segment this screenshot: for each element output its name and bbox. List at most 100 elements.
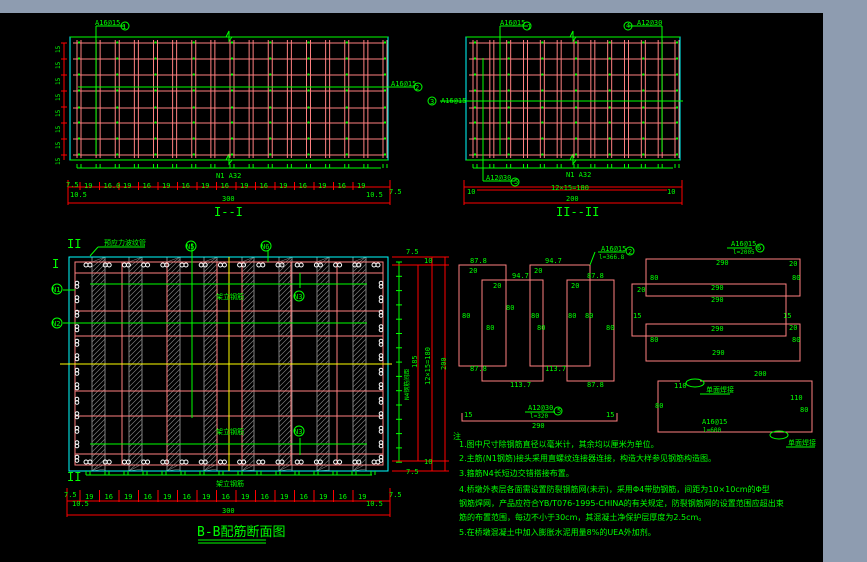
section-1-bar-dot (307, 137, 310, 140)
bb-duct-hatch (352, 283, 367, 298)
bb-dim-label: 16 (183, 493, 191, 501)
bb-rebar-section (279, 459, 285, 465)
s1-left-dim-label: 15 (55, 157, 62, 165)
bb-duct-hatch (278, 398, 293, 413)
section-1-bar-dot (345, 57, 348, 60)
tie-dim-label: 15 (633, 312, 641, 320)
bb-duct-hatch (128, 268, 143, 283)
bb-duct-hatch (128, 363, 143, 378)
bb-duct-hatch (241, 359, 255, 373)
bb-dim-cover-left: 10.5 (72, 500, 89, 508)
bb-duct-hatch (91, 398, 106, 413)
bb-duct-hatch (316, 399, 330, 413)
bb-side-note: N4钢筋间距 (403, 369, 411, 400)
section-1-bar-dot (116, 57, 119, 60)
bb-duct-hatch (278, 313, 293, 328)
bb-duct-hatch (128, 368, 143, 383)
hook-callout-length: l=600 (703, 427, 721, 434)
bb-duct-hatch (278, 298, 293, 313)
section-2-bar-dot (575, 106, 577, 109)
bb-duct-hatch (128, 358, 143, 373)
section-1-bar-dot (116, 121, 119, 124)
bb-duct-hatch (203, 278, 218, 293)
note-1: 1.图中尺寸除钢筋直径以毫米计，其余均以厘米为单位。 (459, 439, 659, 449)
section-1-bar-dot (154, 137, 157, 140)
section-2-break-top-icon (569, 30, 577, 43)
bb-duct-hatch (316, 309, 330, 323)
bb-duct-hatch (91, 423, 106, 438)
section-1-bar-dot (231, 106, 233, 109)
section-1-bar-dot (307, 89, 310, 92)
s1-left-dim-label: 15 (55, 141, 62, 149)
section-1-bar-dot (231, 73, 233, 76)
bb-rebar-section (217, 459, 223, 465)
bb-duct-hatch (352, 273, 367, 288)
bb-duct-hatch (316, 279, 330, 293)
bb-duct-hatch (316, 364, 330, 378)
section-2-bar-dot (474, 121, 476, 124)
tie-dim-label: 290 (716, 259, 729, 267)
bb-duct-hatch (128, 323, 143, 338)
bb-duct-hatch (316, 404, 330, 418)
bb-duct-hatch (352, 358, 367, 373)
bb-duct-hatch (166, 268, 181, 283)
bb-rebar-section (337, 459, 343, 465)
s1-left-dim-label: 15 (55, 109, 62, 117)
bb-duct-hatch (316, 439, 330, 453)
section-1-bar-dot (345, 73, 348, 76)
bb-duct-hatch (241, 434, 255, 448)
stirrup-dim-label: 87.8 (470, 257, 487, 265)
bb-duct-hatch (166, 348, 181, 363)
s1-callout-top-mark: 1 (122, 23, 126, 31)
section-2-bar-dot (541, 121, 544, 124)
bb-duct-hatch (91, 373, 106, 388)
bb-side-bottom-edge: 7.5 (406, 468, 419, 476)
bb-duct-hatch (128, 353, 143, 368)
bb-duct-hatch (316, 334, 330, 348)
section-2-bar-dot (608, 121, 611, 124)
s2-callout-left-mark: 3 (430, 98, 434, 106)
bb-duct-hatch (203, 368, 218, 383)
s1-dim-label: 19 (240, 182, 248, 190)
bb-dim-label: 19 (241, 493, 249, 501)
bb-duct-hatch (128, 283, 143, 298)
bb-rebar-section (260, 459, 266, 465)
bb-dim-label: 19 (319, 493, 327, 501)
bb-duct-hatch (316, 344, 330, 358)
section-1-bar-dot (345, 106, 348, 109)
tie-dim-label: 80 (792, 274, 800, 282)
bb-duct-hatch (241, 444, 255, 458)
section-1-bar-dot (192, 41, 195, 44)
bb-rebar-section (298, 262, 304, 268)
bb-duct-hatch (316, 374, 330, 388)
bb-duct-hatch (166, 343, 181, 358)
bb-duct-hatch (91, 293, 106, 308)
bb-duct-hatch (241, 374, 255, 388)
bb-duct-hatch (241, 269, 255, 283)
section-2-bar-dot (575, 41, 577, 44)
bb-duct-hatch (316, 444, 330, 458)
section-1-bar-dot (384, 57, 386, 60)
stirrup-dim-label: 87.8 (587, 272, 604, 280)
section-1-bar-dot (78, 121, 80, 124)
bb-title: B-B配筋断面图 (197, 524, 285, 540)
bb-duct-hatch (278, 438, 293, 453)
section-1-bar-dot (192, 137, 195, 140)
bb-duct-hatch (352, 403, 367, 418)
stirrup-dim-label: 87.8 (470, 365, 487, 373)
section-2-bar-dot (676, 73, 678, 76)
bb-duct-hatch (316, 424, 330, 438)
bb-duct-hatch (316, 314, 330, 328)
section-1-bar-dot (269, 57, 272, 60)
section-1-bar-dot (269, 137, 272, 140)
s1-callout-right-mark: 2 (415, 84, 419, 92)
section-1-bar-dot (384, 73, 386, 76)
bb-mark-left-b: N2 (52, 320, 60, 328)
section-1-bar-dot (345, 89, 348, 92)
bb-duct-hatch (316, 319, 330, 333)
section-1-bar-dot (154, 153, 157, 156)
bb-duct-hatch (352, 398, 367, 413)
bb-rebar-section (294, 262, 300, 268)
bb-duct-hatch (203, 318, 218, 333)
bb-duct-hatch (278, 353, 293, 368)
